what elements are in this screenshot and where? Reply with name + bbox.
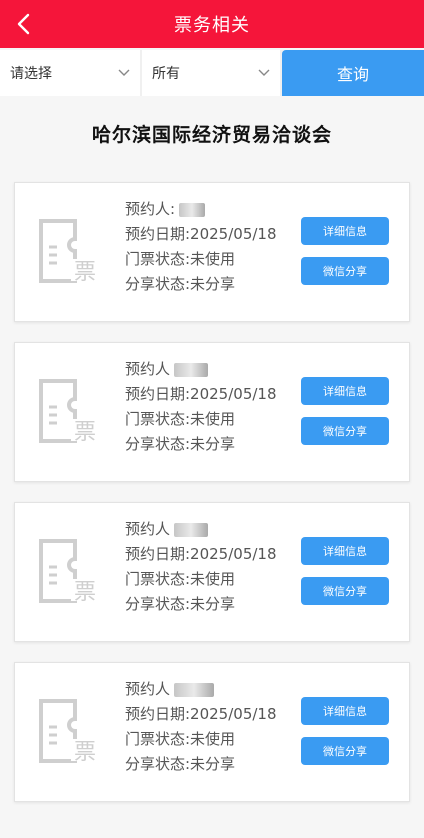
- reservation-date: 预约日期:2025/05/18: [125, 545, 277, 563]
- svg-text:票: 票: [74, 420, 96, 445]
- ticket-info: 预约人 预约日期:2025/05/18 门票状态:未使用 分享状态:未分享: [125, 357, 277, 457]
- ticket-status: 门票状态:未使用: [125, 410, 236, 428]
- ticket-icon: 票: [39, 539, 101, 605]
- reserver-name-redacted: [174, 362, 209, 377]
- header-bar: 票务相关: [0, 0, 424, 48]
- back-arrow-icon: [17, 13, 30, 35]
- fair-title: 哈尔滨国际经济贸易洽谈会: [91, 124, 332, 146]
- detail-button[interactable]: 详细信息: [301, 217, 389, 245]
- ticket-icon: 票: [39, 219, 101, 285]
- reservation-date: 预约日期:2025/05/18: [125, 705, 277, 723]
- reserver-label: 预约人:: [125, 200, 176, 218]
- wechat-share-button[interactable]: 微信分享: [301, 737, 389, 765]
- share-status: 分享状态:未分享: [125, 595, 236, 613]
- svg-text:票: 票: [74, 740, 96, 765]
- filter-bar: 请选择 所有 查询: [0, 50, 424, 96]
- reserver-name-redacted: [174, 682, 215, 697]
- query-button[interactable]: 查询: [282, 50, 424, 96]
- svg-text:票: 票: [74, 580, 96, 605]
- chevron-down-icon: [118, 69, 130, 76]
- back-button[interactable]: [10, 10, 38, 38]
- ticket-icon: 票: [39, 699, 101, 765]
- reserver-label: 预约人: [125, 680, 171, 698]
- wechat-share-button[interactable]: 微信分享: [301, 577, 389, 605]
- ticket-icon: 票: [39, 379, 101, 445]
- reservation-date: 预约日期:2025/05/18: [125, 385, 277, 403]
- reserver-label: 预约人: [125, 360, 171, 378]
- ticket-list: 票 预约人: 预约日期:2025/05/18 门票状态:未使用 分享状态:未分享…: [14, 182, 410, 822]
- ticket-status: 门票状态:未使用: [125, 570, 236, 588]
- share-status: 分享状态:未分享: [125, 435, 236, 453]
- detail-button[interactable]: 详细信息: [301, 377, 389, 405]
- ticket-status: 门票状态:未使用: [125, 730, 236, 748]
- reservation-date: 预约日期:2025/05/18: [125, 225, 277, 243]
- reserver-name-redacted: [174, 522, 209, 537]
- share-status: 分享状态:未分享: [125, 275, 236, 293]
- ticket-card: 票 预约人 预约日期:2025/05/18 门票状态:未使用 分享状态:未分享 …: [14, 502, 410, 642]
- ticket-info: 预约人 预约日期:2025/05/18 门票状态:未使用 分享状态:未分享: [125, 517, 277, 617]
- ticket-card: 票 预约人: 预约日期:2025/05/18 门票状态:未使用 分享状态:未分享…: [14, 182, 410, 322]
- ticket-info: 预约人 预约日期:2025/05/18 门票状态:未使用 分享状态:未分享: [125, 677, 277, 777]
- detail-button[interactable]: 详细信息: [301, 537, 389, 565]
- chevron-down-icon: [258, 69, 270, 76]
- reserver-name-redacted: [179, 202, 206, 217]
- category-select[interactable]: 请选择: [0, 50, 140, 96]
- svg-text:票: 票: [74, 260, 96, 285]
- ticket-card: 票 预约人 预约日期:2025/05/18 门票状态:未使用 分享状态:未分享 …: [14, 342, 410, 482]
- wechat-share-button[interactable]: 微信分享: [301, 417, 389, 445]
- share-status: 分享状态:未分享: [125, 755, 236, 773]
- status-select[interactable]: 所有: [142, 50, 280, 96]
- ticket-status: 门票状态:未使用: [125, 250, 236, 268]
- category-select-value: 请选择: [10, 66, 52, 82]
- ticket-card: 票 预约人 预约日期:2025/05/18 门票状态:未使用 分享状态:未分享 …: [14, 662, 410, 802]
- status-select-value: 所有: [152, 66, 180, 82]
- ticket-info: 预约人: 预约日期:2025/05/18 门票状态:未使用 分享状态:未分享: [125, 197, 277, 297]
- page-title: 票务相关: [174, 15, 250, 36]
- wechat-share-button[interactable]: 微信分享: [301, 257, 389, 285]
- detail-button[interactable]: 详细信息: [301, 697, 389, 725]
- reserver-label: 预约人: [125, 520, 171, 538]
